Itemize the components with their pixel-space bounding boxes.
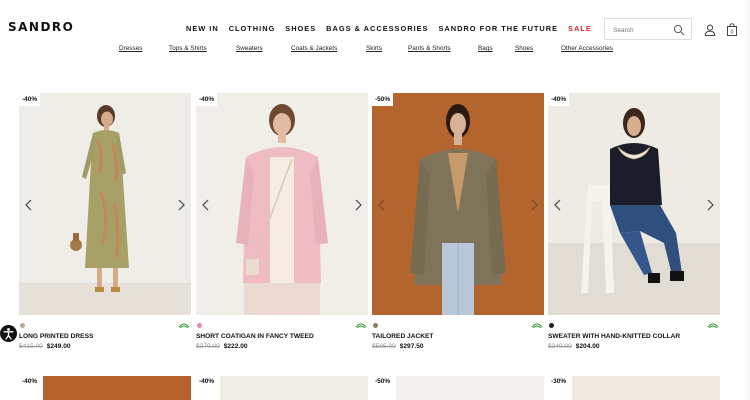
discount-badge: -50% (372, 376, 394, 387)
eco-label-icon (178, 323, 190, 329)
product-image[interactable] (396, 376, 544, 400)
product-card[interactable]: -50% TAILORED JACKET $595.00 $297.50 (372, 93, 544, 353)
product-name[interactable]: SHORT COATIGAN IN FANCY TWEED (196, 333, 314, 340)
nav-item-new-in[interactable]: NEW IN (186, 24, 219, 33)
eco-label-icon (531, 323, 543, 329)
accessibility-button[interactable] (0, 325, 17, 342)
nav-item-sale[interactable]: SALE (568, 24, 592, 33)
product-grid-row-2: -40% -40% -50% -30% (19, 376, 720, 400)
sale-price: $222.00 (223, 343, 248, 350)
sale-price: $297.50 (399, 343, 424, 350)
nav-item-sandro-future[interactable]: SANDRO FOR THE FUTURE (438, 24, 558, 33)
subnav-bags[interactable]: Bags (478, 45, 493, 52)
subnav-other-accessories[interactable]: Other Accessories (561, 45, 613, 52)
product-card[interactable]: -50% (372, 376, 544, 400)
product-card[interactable]: -40% (19, 376, 191, 400)
subnav-sweaters[interactable]: Sweaters (236, 45, 263, 52)
chevron-left-icon[interactable] (201, 199, 211, 211)
product-name[interactable]: TAILORED JACKET (372, 333, 433, 340)
color-swatch[interactable] (549, 323, 554, 328)
subnav-coats-jackets[interactable]: Coats & Jackets (291, 45, 337, 52)
original-price: $595.00 (372, 343, 396, 350)
eco-label-icon (355, 323, 367, 329)
product-name[interactable]: SWEATER WITH HAND-KNITTED COLLAR (548, 333, 680, 340)
shopping-bag-icon[interactable]: 0 (726, 23, 738, 36)
color-swatch[interactable] (20, 323, 25, 328)
chevron-right-icon[interactable] (176, 199, 186, 211)
sale-price: $249.00 (46, 343, 71, 350)
product-price: $595.00 $297.50 (372, 343, 424, 350)
product-image[interactable] (572, 376, 720, 400)
product-card[interactable]: -30% (548, 376, 720, 400)
original-price: $370.00 (196, 343, 220, 350)
chevron-left-icon[interactable] (553, 199, 563, 211)
search-input[interactable] (613, 24, 673, 36)
subnav-pants-shorts[interactable]: Pants & Shorts (408, 45, 451, 52)
product-image[interactable] (196, 93, 368, 315)
chevron-right-icon[interactable] (529, 199, 539, 211)
product-name[interactable]: LONG PRINTED DRESS (19, 333, 93, 340)
discount-badge: -30% (548, 376, 570, 387)
search-box[interactable] (604, 18, 692, 40)
color-swatch[interactable] (197, 323, 202, 328)
discount-badge: -40% (19, 376, 41, 387)
eco-label-icon (707, 323, 719, 329)
discount-badge: -50% (372, 93, 394, 106)
product-image[interactable] (548, 93, 720, 315)
product-card[interactable]: -40% (196, 376, 368, 400)
nav-item-bags-accessories[interactable]: BAGS & ACCESSORIES (326, 24, 428, 33)
chevron-right-icon[interactable] (353, 199, 363, 211)
product-card[interactable]: -40% SHORT COATIGAN IN FANCY TWEED $370.… (196, 93, 368, 353)
product-image[interactable] (19, 93, 191, 315)
svg-text:0: 0 (730, 30, 733, 36)
subnav-dresses[interactable]: Dresses (119, 45, 142, 52)
main-nav: NEW IN CLOTHING SHOES BAGS & ACCESSORIES… (186, 24, 592, 33)
product-price: $340.00 $204.00 (548, 343, 600, 350)
chevron-left-icon[interactable] (377, 199, 387, 211)
sale-price: $204.00 (575, 343, 600, 350)
subnav-shoes[interactable]: Shoes (515, 45, 533, 52)
product-image[interactable] (372, 93, 544, 315)
site-header: SANDRO NEW IN CLOTHING SHOES BAGS & ACCE… (0, 0, 750, 44)
product-image[interactable] (43, 376, 191, 400)
discount-badge: -40% (548, 93, 570, 106)
product-grid: -40% LONG PRINTED DRESS $415.00 $249.00 (19, 93, 720, 353)
accessibility-icon (3, 328, 14, 340)
color-swatch[interactable] (373, 323, 378, 328)
product-image[interactable] (220, 376, 368, 400)
category-subnav: Dresses Tops & Shirts Sweaters Coats & J… (0, 45, 750, 57)
product-card[interactable]: -40% LONG PRINTED DRESS $415.00 $249.00 (19, 93, 191, 353)
chevron-left-icon[interactable] (24, 199, 34, 211)
discount-badge: -40% (196, 93, 218, 106)
chevron-right-icon[interactable] (705, 199, 715, 211)
nav-item-shoes[interactable]: SHOES (285, 24, 316, 33)
original-price: $415.00 (19, 343, 43, 350)
search-icon[interactable] (673, 24, 685, 36)
brand-logo[interactable]: SANDRO (8, 20, 74, 34)
subnav-tops-shirts[interactable]: Tops & Shirts (169, 45, 207, 52)
product-price: $415.00 $249.00 (19, 343, 71, 350)
subnav-skirts[interactable]: Skirts (366, 45, 382, 52)
discount-badge: -40% (196, 376, 218, 387)
original-price: $340.00 (548, 343, 572, 350)
scrollbar[interactable] (745, 0, 750, 400)
product-card[interactable]: -40% SWEATER WITH HAND-KNITTED COLLAR $3… (548, 93, 720, 353)
nav-item-clothing[interactable]: CLOTHING (229, 24, 276, 33)
discount-badge: -40% (19, 93, 41, 106)
account-icon[interactable] (704, 24, 716, 36)
product-price: $370.00 $222.00 (196, 343, 248, 350)
